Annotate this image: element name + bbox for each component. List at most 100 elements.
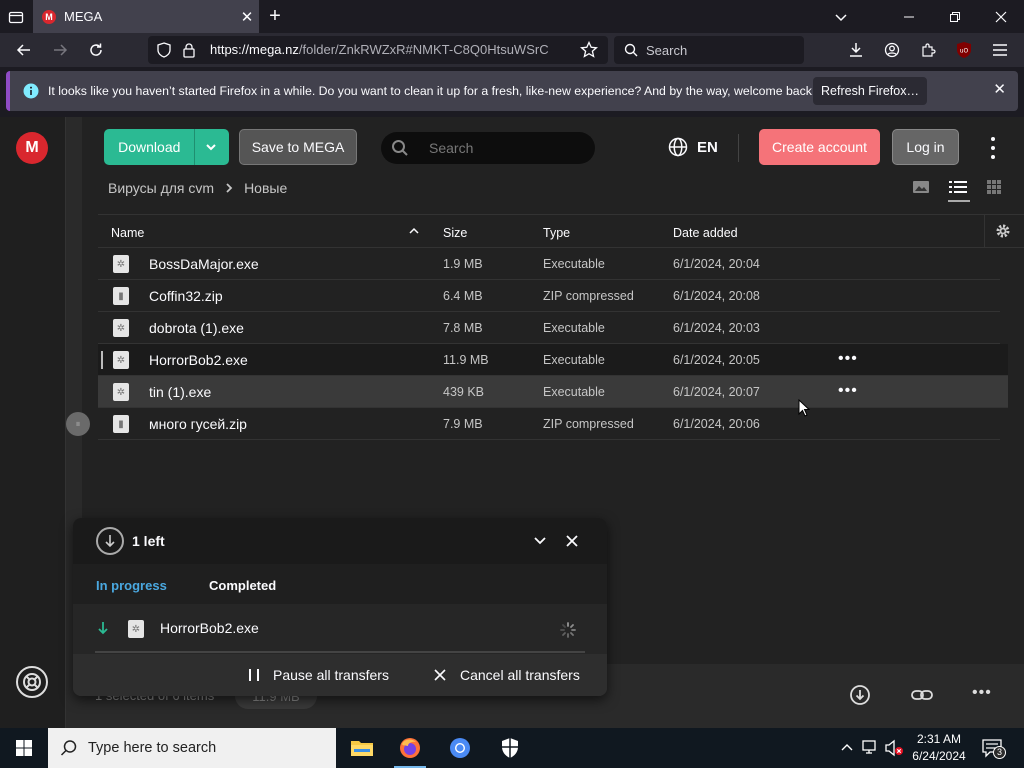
file-date: 6/1/2024, 20:06 — [673, 417, 760, 431]
transfer-item[interactable]: ✲ HorrorBob2.exe — [73, 604, 607, 654]
tab-list-icon[interactable] — [4, 0, 28, 33]
reload-icon[interactable] — [80, 33, 112, 67]
collapse-panel-chevron-icon[interactable] — [533, 534, 547, 548]
refresh-firefox-button[interactable]: Refresh Firefox… — [813, 77, 927, 105]
language-selector[interactable]: EN — [668, 137, 718, 157]
save-to-mega-button[interactable]: Save to MEGA — [239, 129, 357, 165]
download-button[interactable]: Download — [104, 129, 229, 165]
file-type: Executable — [543, 257, 605, 271]
thumbnail-view-icon[interactable] — [912, 179, 930, 195]
file-date: 6/1/2024, 20:08 — [673, 289, 760, 303]
column-settings-gear-icon[interactable] — [995, 223, 1011, 239]
new-tab-icon[interactable]: + — [262, 0, 288, 33]
mouse-cursor-icon — [798, 399, 810, 417]
file-row[interactable]: ▮ много гусей.zip 7.9 MB ZIP compressed … — [98, 408, 1000, 440]
downloads-icon[interactable] — [840, 33, 872, 67]
file-size: 11.9 MB — [443, 353, 489, 367]
column-type-header[interactable]: Type — [543, 226, 570, 240]
address-bar[interactable]: https://mega.nz/folder/ZnkRWZxR#NMKT-C8Q… — [148, 36, 608, 64]
log-in-button[interactable]: Log in — [892, 129, 959, 165]
mega-sidebar: M — [0, 117, 66, 728]
pause-all-transfers-button[interactable]: Pause all transfers — [273, 667, 389, 683]
more-actions-icon[interactable]: ••• — [972, 684, 996, 708]
action-center-icon[interactable]: 3 — [982, 738, 1006, 759]
tab-in-progress[interactable]: In progress — [96, 578, 167, 593]
bookmark-star-icon[interactable] — [580, 41, 598, 59]
help-lifebuoy-icon[interactable] — [16, 666, 48, 698]
breadcrumb-item-parent[interactable]: Вирусы для cvm — [108, 180, 214, 196]
file-row[interactable]: ✲ BossDaMajor.exe 1.9 MB Executable 6/1/… — [98, 248, 1000, 280]
transfer-panel-header[interactable]: 1 left — [73, 518, 607, 564]
close-window-icon[interactable] — [988, 0, 1014, 33]
download-circle-icon[interactable] — [849, 684, 873, 708]
firefox-taskbar-icon[interactable] — [386, 728, 434, 768]
show-hidden-icons-chevron-icon[interactable] — [840, 740, 854, 754]
grid-view-icon[interactable] — [986, 179, 1002, 195]
file-size: 6.4 MB — [443, 289, 483, 303]
download-options-chevron-icon[interactable] — [195, 141, 228, 153]
more-options-icon[interactable] — [983, 135, 1003, 161]
back-arrow-icon[interactable] — [8, 33, 40, 67]
create-account-button[interactable]: Create account — [759, 129, 880, 165]
svg-text:uO: uO — [960, 48, 969, 55]
file-name: dobrota (1).exe — [149, 320, 244, 336]
minimize-window-icon[interactable] — [896, 0, 922, 33]
sidebar-collapse-handle-icon[interactable]: ⏸ — [66, 412, 90, 436]
file-explorer-icon[interactable] — [338, 728, 386, 768]
file-row-hovered[interactable]: ✲ tin (1).exe 439 KB Executable 6/1/2024… — [98, 376, 1008, 408]
forward-arrow-icon[interactable] — [44, 33, 76, 67]
column-name-header[interactable]: Name — [111, 226, 144, 240]
taskbar-search-box[interactable]: Type here to search — [48, 728, 336, 768]
mega-search-input[interactable]: Search — [381, 132, 595, 164]
close-tab-icon[interactable]: ✕ — [235, 8, 259, 26]
volume-muted-icon[interactable] — [884, 739, 904, 757]
browser-tab-mega[interactable]: M MEGA ✕ — [33, 0, 259, 33]
file-type: Executable — [543, 385, 605, 399]
taskbar-clock[interactable]: 2:31 AM 6/24/2024 — [906, 731, 972, 765]
file-row[interactable]: ▮ Coffin32.zip 6.4 MB ZIP compressed 6/1… — [98, 280, 1000, 312]
list-all-tabs-icon[interactable] — [828, 0, 854, 33]
file-row[interactable]: ✲ dobrota (1).exe 7.8 MB Executable 6/1/… — [98, 312, 1000, 344]
cancel-all-transfers-button[interactable]: Cancel all transfers — [460, 667, 580, 683]
extensions-puzzle-icon[interactable] — [912, 33, 944, 67]
sort-ascending-icon[interactable] — [408, 225, 420, 237]
windows-start-icon[interactable] — [0, 728, 48, 768]
close-panel-icon[interactable] — [565, 534, 579, 548]
breadcrumb-item-current[interactable]: Новые — [244, 180, 287, 196]
get-link-icon[interactable] — [910, 684, 934, 708]
notification-count-badge: 3 — [993, 746, 1006, 759]
browser-search-field[interactable]: Search — [614, 36, 804, 64]
row-more-options-icon[interactable]: ••• — [838, 350, 858, 368]
file-type: Executable — [543, 321, 605, 335]
firefox-refresh-notification: It looks like you haven’t started Firefo… — [6, 71, 1018, 111]
row-more-options-icon[interactable]: ••• — [838, 382, 858, 400]
close-notification-icon[interactable]: ✕ — [993, 80, 1006, 98]
mega-search-placeholder: Search — [429, 140, 474, 156]
browser-toolbar: https://mega.nz/folder/ZnkRWZxR#NMKT-C8Q… — [0, 33, 1024, 67]
breadcrumb: Вирусы для cvm Новые — [108, 180, 287, 196]
chromium-browser-icon[interactable] — [436, 728, 484, 768]
exe-file-icon: ✲ — [113, 255, 129, 273]
account-icon[interactable] — [876, 33, 908, 67]
list-view-icon[interactable] — [948, 179, 968, 195]
breadcrumb-chevron-icon — [224, 180, 234, 196]
windows-security-shield-icon[interactable] — [486, 728, 534, 768]
tab-completed[interactable]: Completed — [209, 578, 276, 593]
mega-logo-icon[interactable]: M — [16, 132, 48, 164]
ublock-origin-icon[interactable]: uO — [948, 33, 980, 67]
restore-window-icon[interactable] — [942, 0, 968, 33]
search-icon — [60, 739, 78, 757]
browser-search-placeholder: Search — [646, 43, 688, 58]
network-icon[interactable] — [862, 739, 880, 755]
column-date-header[interactable]: Date added — [673, 226, 738, 240]
file-row-selected[interactable]: ✲ HorrorBob2.exe 11.9 MB Executable 6/1/… — [98, 344, 1008, 376]
zip-file-icon: ▮ — [113, 415, 129, 433]
hamburger-menu-icon[interactable] — [984, 33, 1016, 67]
padlock-icon[interactable] — [182, 42, 196, 58]
exe-file-icon: ✲ — [113, 319, 129, 337]
download-direction-icon — [97, 621, 109, 635]
info-icon — [23, 83, 39, 99]
column-size-header[interactable]: Size — [443, 226, 467, 240]
tracking-protection-shield-icon[interactable] — [156, 42, 172, 58]
exe-file-icon: ✲ — [128, 620, 144, 638]
